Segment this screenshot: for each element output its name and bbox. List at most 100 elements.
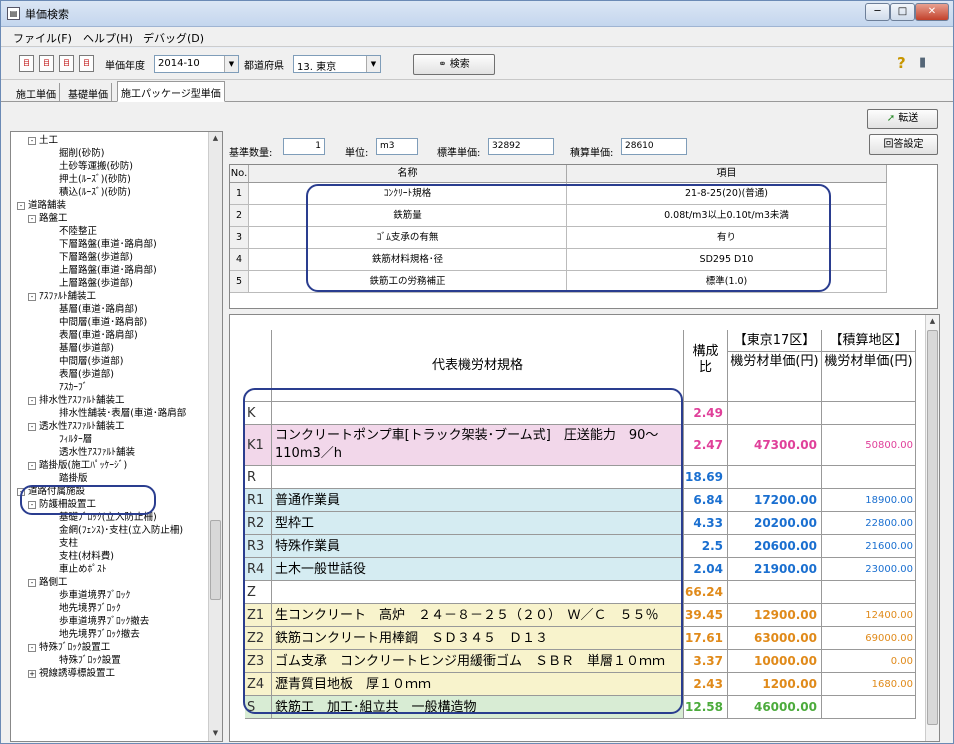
minimize-button[interactable]: ─ [865,3,890,21]
tree-item[interactable]: - ｱｽﾌｧﾙﾄ舗装工 [28,290,96,303]
maximize-button[interactable]: □ [890,3,915,21]
mat-cell-ratio: 17.61 [684,627,728,650]
tree-item[interactable]: 中間層(歩道部) [59,355,123,368]
expand-icon[interactable]: - [28,214,36,223]
tree-item-label: 下層路盤(車道･路肩部) [59,239,157,250]
tree-item[interactable]: 金網(ﾌｪﾝｽ)･支柱(立入防止柵) [59,524,183,537]
tree-item[interactable]: 表層(車道･路肩部) [59,329,138,342]
tree-item[interactable]: - 踏掛版(施工ﾊﾟｯｹｰｼﾞ) [28,459,127,472]
tree-item[interactable]: 押土(ﾙｰｽﾞ)(砂防) [59,173,131,186]
tree-item[interactable]: 中間層(車道･路肩部) [59,316,147,329]
expand-icon[interactable]: - [28,292,36,301]
tree-item[interactable]: - 道路付属施設 [17,485,85,498]
tree-item[interactable]: 積込(ﾙｰｽﾞ)(砂防) [59,186,131,199]
scroll-up-icon[interactable]: ▲ [926,315,939,328]
tree-item[interactable]: 透水性ｱｽﾌｧﾙﾄ舗装 [59,446,135,459]
tree-item[interactable]: 支柱 [59,537,78,550]
expand-icon[interactable]: - [28,422,36,431]
tree-item[interactable]: 支柱(材料費) [59,550,114,563]
year-value: 2014-10 [158,58,200,69]
toolbar-icon-4[interactable]: 目 [79,55,94,72]
expand-icon[interactable]: - [17,487,25,496]
info-icon[interactable]: ▮ [919,55,926,70]
tree-item[interactable]: ｱｽｶｰﾌﾞ [59,381,88,394]
tree-item[interactable]: - 排水性ｱｽﾌｧﾙﾄ舗装工 [28,394,125,407]
tab-package-price[interactable]: 施工パッケージ型単価 [117,81,225,102]
tree-item[interactable]: 踏掛版 [59,472,88,485]
tree-item[interactable]: - 土工 [28,134,58,147]
tree-item[interactable]: - 防護柵設置工 [28,498,96,511]
expand-icon[interactable]: - [28,396,36,405]
tree-scrollbar[interactable]: ▲ ▼ [208,132,222,741]
expand-icon[interactable]: - [28,136,36,145]
pref-select[interactable]: 13. 東京 ▼ [293,55,381,73]
toolbar-icon-1[interactable]: 目 [19,55,34,72]
mat-cell-est: 50800.00 [822,425,916,466]
std-price-field[interactable]: 32892 [488,138,554,155]
menu-debug[interactable]: デバッグ(D) [143,30,204,46]
scroll-thumb[interactable] [210,520,221,600]
tree-item[interactable]: 基層(歩道部) [59,342,114,355]
tree-item[interactable]: - 路側工 [28,576,68,589]
expand-icon[interactable]: - [17,201,25,210]
window-title: 単価検索 [25,8,69,21]
year-select[interactable]: 2014-10 ▼ [154,55,239,73]
tree-item[interactable]: 下層路盤(歩道部) [59,251,133,264]
mat-cell-est: 18900.00 [822,489,916,512]
tree-item[interactable]: 掘削(砂防) [59,147,104,160]
tree-item[interactable]: 車止めﾎﾟｽﾄ [59,563,107,576]
transfer-button-label: 転送 [898,113,919,124]
tab-construction-price[interactable]: 施工単価 [13,83,60,102]
mat-cell-ratio: 2.47 [684,425,728,466]
qty-field[interactable]: 1 [283,138,325,155]
tree-item[interactable]: 下層路盤(車道･路肩部) [59,238,157,251]
tree-item-label: ﾌｨﾙﾀｰ層 [59,434,93,445]
tree-item[interactable]: - 道路舗装 [17,199,66,212]
tree-item[interactable]: 不陸整正 [59,225,97,238]
transfer-button[interactable]: ➚ 転送 [867,109,938,129]
tree-item[interactable]: 地先境界ﾌﾞﾛｯｸ撤去 [59,628,140,641]
tree-item-label: 基層(車道･路肩部) [59,304,138,315]
tree-item-label: 金網(ﾌｪﾝｽ)･支柱(立入防止柵) [59,525,184,536]
expand-icon[interactable]: - [28,500,36,509]
answer-settings-button[interactable]: 回答設定 [869,134,938,155]
tree-item[interactable]: 土砂等運搬(砂防) [59,160,133,173]
tree-item[interactable]: - 路盤工 [28,212,68,225]
toolbar-icon-2[interactable]: 目 [39,55,54,72]
scroll-down-icon[interactable]: ▼ [209,727,222,740]
category-tree[interactable]: - 土工 掘削(砂防) 土砂等運搬(砂防) 押土(ﾙｰｽﾞ)(砂防) 積込(ﾙｰｽﾞ)(砂… [10,131,223,742]
tab-basic-price[interactable]: 基礎単価 [65,83,112,102]
tree-item[interactable]: 基礎ﾌﾞﾛｯｸ(立入防止柵) [59,511,157,524]
tree-item[interactable]: 表層(歩道部) [59,368,114,381]
tree-item[interactable]: ﾌｨﾙﾀｰ層 [59,433,92,446]
tree-item[interactable]: 上層路盤(車道･路肩部) [59,264,157,277]
tree-item[interactable]: 地先境界ﾌﾞﾛｯｸ [59,602,121,615]
tree-item[interactable]: - 特殊ﾌﾞﾛｯｸ設置工 [28,641,110,654]
tree-item[interactable]: 歩車道境界ﾌﾞﾛｯｸ撤去 [59,615,149,628]
menu-help[interactable]: ヘルプ(H) [83,30,133,46]
expand-icon[interactable]: - [28,643,36,652]
unit-field[interactable]: m3 [376,138,418,155]
tree-item[interactable]: 上層路盤(歩道部) [59,277,133,290]
expand-icon[interactable]: - [28,461,36,470]
materials-scrollbar[interactable]: ▲ [925,315,939,741]
search-button[interactable]: ⚭ 検索 [413,54,495,75]
scroll-up-icon[interactable]: ▲ [209,132,222,145]
tree-item[interactable]: 歩車道境界ﾌﾞﾛｯｸ [59,589,130,602]
tree-item[interactable]: + 視線誘導標設置工 [28,667,115,680]
tree-item[interactable]: - 透水性ｱｽﾌｧﾙﾄ舗装工 [28,420,125,433]
close-button[interactable]: ✕ [915,3,949,21]
cond-cell-no: 2 [230,205,249,227]
menu-file[interactable]: ファイル(F) [13,30,72,46]
year-label: 単価年度 [105,61,145,72]
tree-item[interactable]: 基層(車道･路肩部) [59,303,138,316]
toolbar-icon-3[interactable]: 目 [59,55,74,72]
expand-icon[interactable]: - [28,578,36,587]
est-price-field[interactable]: 28610 [621,138,687,155]
scroll-thumb[interactable] [927,330,938,725]
help-icon[interactable]: ? [897,54,906,72]
tree-item[interactable]: 排水性舗装･表層(車道･路肩部 [59,407,186,420]
tree-item[interactable]: 特殊ﾌﾞﾛｯｸ設置 [59,654,121,667]
expand-icon[interactable]: + [28,669,36,678]
tree-item-label: 積込(ﾙｰｽﾞ)(砂防) [59,187,131,198]
